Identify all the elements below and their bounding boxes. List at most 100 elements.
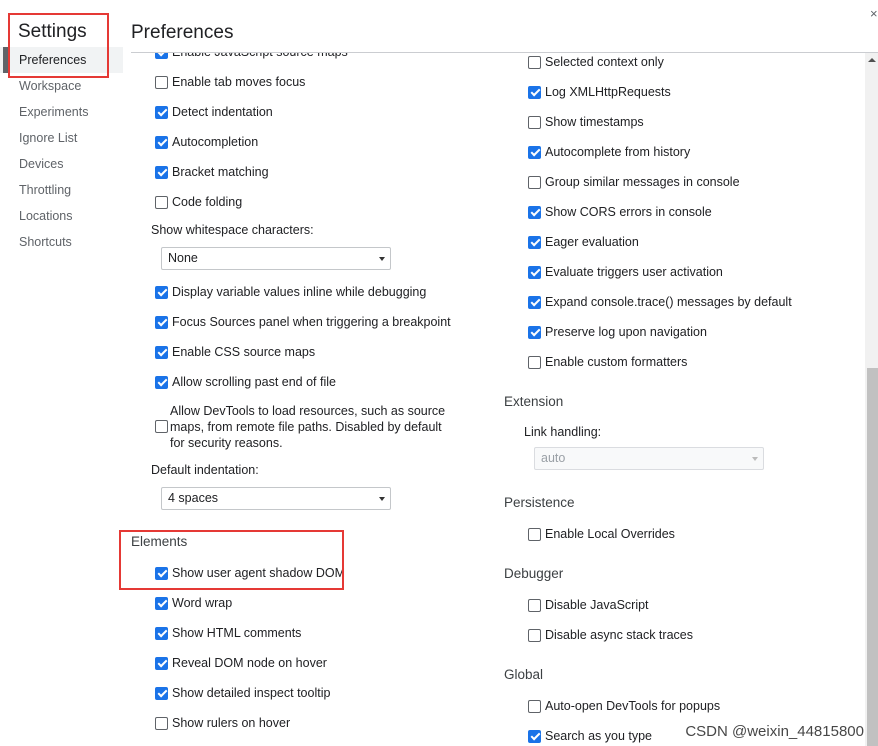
checkbox-row[interactable]: Group similar messages in console xyxy=(528,173,740,191)
sidebar-item-devices[interactable]: Devices xyxy=(0,151,123,177)
chevron-down-icon xyxy=(752,457,758,461)
checkbox-checked[interactable] xyxy=(528,265,541,279)
checkbox-checked[interactable] xyxy=(155,165,168,179)
checkbox-checked[interactable] xyxy=(528,205,541,219)
checkbox-checked[interactable] xyxy=(155,686,168,700)
sidebar-item-shortcuts[interactable]: Shortcuts xyxy=(0,229,123,255)
checkbox-row[interactable]: Allow scrolling past end of file xyxy=(155,373,336,391)
checkbox-checked[interactable] xyxy=(155,596,168,610)
checkbox-row[interactable]: Disable async stack traces xyxy=(528,626,693,644)
checkbox-row[interactable]: Preserve log upon navigation xyxy=(528,323,707,341)
checkbox-checked[interactable] xyxy=(528,235,541,249)
sidebar-item-locations[interactable]: Locations xyxy=(0,203,123,229)
checkbox-unchecked[interactable] xyxy=(528,55,541,69)
checkbox-row[interactable]: Enable CSS source maps xyxy=(155,343,315,361)
checkbox-row[interactable]: Selected context only xyxy=(528,53,664,71)
checkbox-row[interactable]: Code folding xyxy=(155,193,242,211)
whitespace-value: None xyxy=(168,251,198,265)
checkbox-unchecked[interactable] xyxy=(528,628,541,642)
sidebar-item-ignore-list[interactable]: Ignore List xyxy=(0,125,123,151)
checkbox-unchecked[interactable] xyxy=(528,355,541,369)
checkbox-checked[interactable] xyxy=(155,285,168,299)
sidebar-item-throttling[interactable]: Throttling xyxy=(0,177,123,203)
checkbox-unchecked[interactable] xyxy=(528,115,541,129)
checkbox-row[interactable]: Evaluate triggers user activation xyxy=(528,263,723,281)
checkbox-label: Word wrap xyxy=(172,596,233,610)
checkbox-row[interactable]: Enable tab moves focus xyxy=(155,73,305,91)
highlight-box-settings xyxy=(8,13,109,78)
sidebar-item-experiments[interactable]: Experiments xyxy=(0,99,123,125)
checkbox-row[interactable]: Word wrap xyxy=(155,594,232,612)
checkbox-row[interactable]: Enable JavaScript source maps xyxy=(155,53,348,61)
checkbox-checked[interactable] xyxy=(155,375,168,389)
section-global: Global xyxy=(504,667,544,682)
checkbox-unchecked[interactable] xyxy=(528,699,541,713)
checkbox-row[interactable]: Show rulers on hover xyxy=(155,714,290,732)
checkbox-checked[interactable] xyxy=(155,105,168,119)
checkbox-label: Eager evaluation xyxy=(545,235,639,249)
checkbox-checked[interactable] xyxy=(155,53,168,59)
checkbox-unchecked[interactable] xyxy=(528,598,541,612)
checkbox-label: Enable custom formatters xyxy=(545,355,688,369)
checkbox-row[interactable]: Autocompletion xyxy=(155,133,258,151)
section-extension: Extension xyxy=(504,394,564,409)
checkbox-row[interactable]: Search as you type xyxy=(528,727,652,745)
checkbox-label: Group similar messages in console xyxy=(545,175,740,189)
checkbox-row[interactable]: Enable Local Overrides xyxy=(528,525,675,543)
checkbox-unchecked[interactable] xyxy=(155,716,168,730)
checkbox-label: Bracket matching xyxy=(172,165,269,179)
checkbox-unchecked[interactable] xyxy=(528,175,541,189)
checkbox-checked[interactable] xyxy=(528,145,541,159)
remote-files-label: Allow DevTools to load resources, such a… xyxy=(170,404,446,450)
checkbox-checked[interactable] xyxy=(155,656,168,670)
checkbox-checked[interactable] xyxy=(155,626,168,640)
checkbox-row[interactable]: Detect indentation xyxy=(155,103,273,121)
whitespace-label: Show whitespace characters: xyxy=(151,223,314,237)
checkbox-row[interactable]: Show detailed inspect tooltip xyxy=(155,684,330,702)
checkbox-checked[interactable] xyxy=(528,295,541,309)
checkbox-row[interactable]: Bracket matching xyxy=(155,163,269,181)
checkbox-row[interactable]: Eager evaluation xyxy=(528,233,639,251)
link-handling-select[interactable]: auto xyxy=(534,447,764,470)
checkbox-row[interactable]: Show HTML comments xyxy=(155,624,301,642)
close-icon[interactable]: × xyxy=(870,6,878,21)
checkbox-checked[interactable] xyxy=(155,315,168,329)
checkbox-checked[interactable] xyxy=(528,325,541,339)
checkbox-label: Preserve log upon navigation xyxy=(545,325,707,339)
checkbox-row[interactable]: Disable JavaScript xyxy=(528,596,649,614)
checkbox-row[interactable]: Show CORS errors in console xyxy=(528,203,712,221)
scroll-up-arrow-icon[interactable] xyxy=(868,58,876,62)
checkbox-row[interactable]: Display variable values inline while deb… xyxy=(155,283,426,301)
checkbox-row[interactable]: Log XMLHttpRequests xyxy=(528,83,671,101)
indent-label: Default indentation: xyxy=(151,463,259,477)
checkbox-row[interactable]: Autocomplete from history xyxy=(528,143,690,161)
page-title: Preferences xyxy=(131,22,234,43)
checkbox-checked[interactable] xyxy=(528,729,541,743)
checkbox-label: Log XMLHttpRequests xyxy=(545,85,671,99)
checkbox-row[interactable]: Expand console.trace() messages by defau… xyxy=(528,293,792,311)
checkbox-row[interactable]: Show timestamps xyxy=(528,113,644,131)
checkbox-unchecked[interactable] xyxy=(528,527,541,541)
checkbox-row[interactable]: Reveal DOM node on hover xyxy=(155,654,327,672)
checkbox-label: Show CORS errors in console xyxy=(545,205,712,219)
checkbox-checked[interactable] xyxy=(528,85,541,99)
section-debugger: Debugger xyxy=(504,566,564,581)
checkbox-label: Focus Sources panel when triggering a br… xyxy=(172,315,451,329)
checkbox-checked[interactable] xyxy=(155,345,168,359)
checkbox-label: Auto-open DevTools for popups xyxy=(545,699,721,713)
indent-select[interactable]: 4 spaces xyxy=(161,487,391,510)
whitespace-select[interactable]: None xyxy=(161,247,391,270)
checkbox[interactable] xyxy=(155,419,168,433)
checkbox-label: Code folding xyxy=(172,195,243,209)
checkbox-label: Show HTML comments xyxy=(172,626,302,640)
checkbox-checked[interactable] xyxy=(155,135,168,149)
checkbox-row[interactable]: Enable custom formatters xyxy=(528,353,687,371)
checkbox-unchecked[interactable] xyxy=(155,75,168,89)
checkbox-row[interactable]: Auto-open DevTools for popups xyxy=(528,697,720,715)
chevron-down-icon xyxy=(379,497,385,501)
checkbox-label: Disable async stack traces xyxy=(545,628,693,642)
checkbox-unchecked[interactable] xyxy=(155,195,168,209)
section-persistence: Persistence xyxy=(504,495,575,510)
checkbox-row[interactable]: Focus Sources panel when triggering a br… xyxy=(155,313,451,331)
scrollbar-thumb[interactable] xyxy=(867,368,878,746)
